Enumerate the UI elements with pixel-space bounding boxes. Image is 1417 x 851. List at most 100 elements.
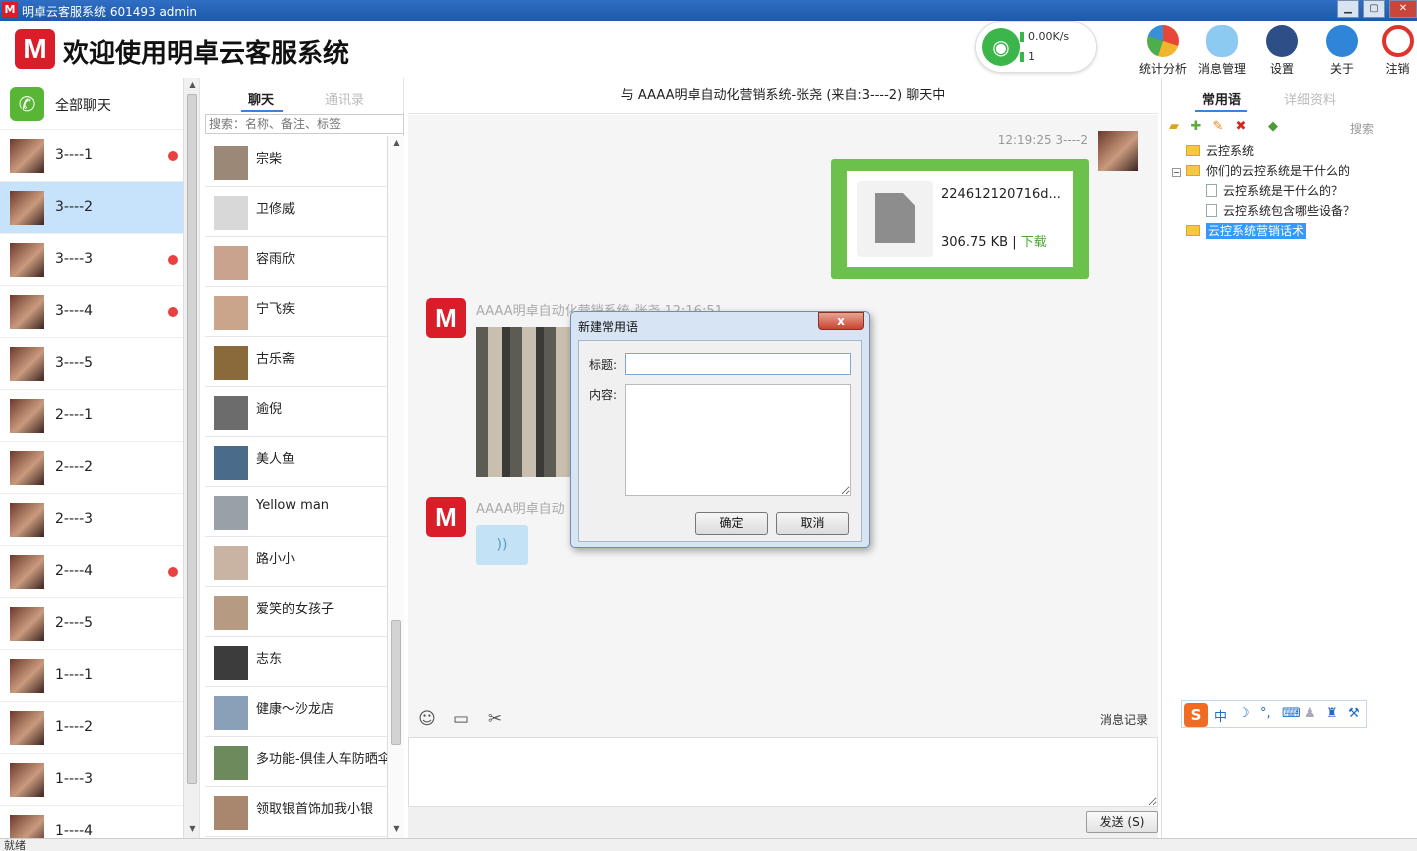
logout-label: 注销 [1385,62,1410,76]
minimize-button[interactable]: ▁ [1337,0,1359,18]
avatar [214,146,248,180]
message-history-link[interactable]: 消息记录 [1100,711,1148,728]
contact-item[interactable]: 容雨欣 [205,237,388,287]
contacts-scrollbar[interactable]: ▲ ▼ [387,136,404,838]
avatar [214,646,248,680]
avatar [10,139,44,173]
contact-item[interactable]: 领取银首饰加我小银 [205,787,388,837]
user-icon[interactable]: ♟ [1304,706,1316,721]
phrases-search[interactable]: 搜索 [1350,120,1374,137]
session-scrollbar[interactable]: ▲ ▼ [183,78,199,838]
stats-button[interactable]: 统计分析 [1133,25,1193,77]
contact-item[interactable]: 古乐斋 [205,337,388,387]
message-sender: AAAA明卓自动 [476,502,565,517]
session-item[interactable]: 2----1 [0,390,183,442]
tab-phrases[interactable]: 常用语 [1202,89,1241,108]
scroll-down-arrow-icon[interactable]: ▼ [184,822,199,836]
session-item[interactable]: 3----2 [0,182,183,234]
cancel-button[interactable]: 取消 [776,512,849,535]
contact-item[interactable]: 健康～沙龙店 [205,687,388,737]
dialog-title: 新建常用语 [578,320,639,334]
session-item[interactable]: 2----3 [0,494,183,546]
tree-item[interactable]: 云控系统包含哪些设备？ [1206,202,1355,219]
keyboard-icon[interactable]: ⌨ [1282,706,1301,721]
tree-folder[interactable]: − 你们的云控系统是干什么的 [1172,162,1350,179]
scrollbar-thumb[interactable] [391,620,401,745]
scroll-up-arrow-icon[interactable]: ▲ [388,136,405,150]
tree-folder-selected[interactable]: 云控系统营销话术 [1186,222,1307,239]
collapse-icon[interactable]: − [1172,168,1181,177]
shirt-icon[interactable]: ♜ [1326,706,1338,721]
page-icon [1206,184,1217,197]
logout-button[interactable]: 注销 [1378,25,1417,77]
edit-icon[interactable]: ✎ [1210,119,1226,135]
contact-item[interactable]: 路小小 [205,537,388,587]
contacts-search-input[interactable] [205,114,404,134]
contact-item[interactable]: 志东 [205,637,388,687]
window-title-bar: M 明卓云客服系统 601493 admin ▁ ▢ ✕ [0,0,1417,21]
contacts-tabs: 聊天 通讯录 [203,78,404,114]
image-message[interactable] [476,327,576,477]
scrollbar-thumb[interactable] [187,94,197,784]
tab-contacts[interactable]: 通讯录 [325,89,364,108]
tab-active-indicator [1195,110,1247,112]
contact-item[interactable]: 宁飞疾 [205,287,388,337]
punctuation-icon[interactable]: °, [1260,706,1271,721]
messages-button[interactable]: 消息管理 [1192,25,1252,77]
add-folder-icon[interactable]: ▰ [1166,119,1182,135]
tree-folder[interactable]: 云控系统 [1186,142,1254,159]
session-item[interactable]: 2----4 [0,546,183,598]
tab-chat[interactable]: 聊天 [248,89,274,108]
scroll-up-arrow-icon[interactable]: ▲ [184,78,199,92]
tree-item[interactable]: 云控系统是干什么的？ [1206,182,1343,199]
close-window-button[interactable]: ✕ [1389,0,1417,18]
about-button[interactable]: 关于 [1312,25,1372,77]
ime-mode[interactable]: 中 [1214,706,1227,725]
message-input[interactable] [408,737,1158,807]
moon-icon[interactable]: ☽ [1238,706,1250,721]
maximize-button[interactable]: ▢ [1363,0,1385,18]
move-icon[interactable]: ◆ [1265,119,1281,135]
contact-item[interactable]: 多功能-倶佳人车防晒伞 [205,737,391,787]
session-item[interactable]: 2----5 [0,598,183,650]
download-link[interactable]: 下载 [1021,235,1047,250]
contact-item[interactable]: 爱笑的女孩子 [205,587,388,637]
dialog-close-button[interactable]: x [818,312,864,330]
phrase-content-input[interactable] [625,384,851,496]
settings-button[interactable]: 设置 [1252,25,1312,77]
session-item[interactable]: 1----3 [0,754,183,806]
contact-item[interactable]: 逾倪 [205,387,388,437]
contact-name: 领取银首饰加我小银 [256,802,374,817]
session-item[interactable]: 1----1 [0,650,183,702]
emoji-icon[interactable]: ☺ [416,709,438,729]
tree-label: 云控系统 [1206,144,1255,158]
phrase-title-input[interactable] [625,353,851,375]
session-name: 1----2 [55,719,94,735]
session-item[interactable]: 1----4 [0,806,183,838]
ok-button[interactable]: 确定 [695,512,768,535]
session-item[interactable]: 1----2 [0,702,183,754]
contact-item[interactable]: 美人鱼 [205,437,388,487]
session-item[interactable]: 3----3 [0,234,183,286]
avatar [214,446,248,480]
folder-icon[interactable]: ▭ [450,709,472,729]
file-message[interactable]: 224612120716d... 306.75 KB | 下载 [831,159,1089,279]
sogou-logo-icon[interactable]: S [1184,703,1208,727]
tab-details[interactable]: 详细资料 [1284,89,1336,108]
add-item-icon[interactable]: ✚ [1188,119,1204,135]
send-button[interactable]: 发送 (S) [1086,811,1158,833]
contact-item[interactable]: 宗柴 [205,137,388,187]
info-icon [1326,25,1358,57]
scroll-down-arrow-icon[interactable]: ▼ [388,822,405,836]
session-item[interactable]: 2----2 [0,442,183,494]
scissors-icon[interactable]: ✂ [484,709,506,729]
delete-icon[interactable]: ✖ [1233,119,1249,135]
session-item[interactable]: 3----5 [0,338,183,390]
session-item[interactable]: 3----4 [0,286,183,338]
session-all-chats[interactable]: ✆ 全部聊天 [0,78,183,130]
wrench-icon[interactable]: ⚒ [1348,706,1360,721]
session-item[interactable]: 3----1 [0,130,183,182]
voice-message[interactable]: )) [476,525,528,565]
contact-item[interactable]: 卫修威 [205,187,388,237]
contact-item[interactable]: Yellow man [205,487,388,537]
